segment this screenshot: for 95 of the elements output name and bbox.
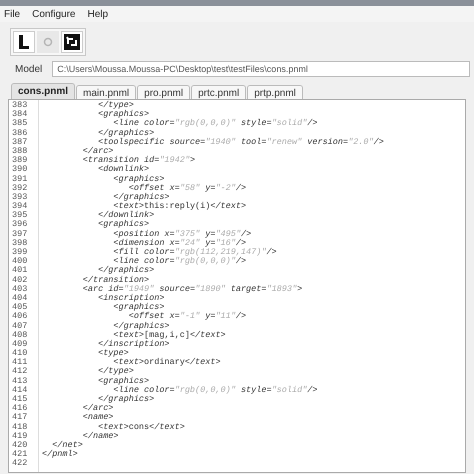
line-number: 405: [12, 303, 28, 312]
code-line: <position x="375" y="495"/>: [112, 230, 252, 239]
line-number: 411: [12, 358, 28, 368]
line-number: 414: [12, 386, 28, 395]
file-tab[interactable]: cons.pnml: [11, 83, 76, 99]
line-number: 391: [12, 174, 28, 184]
line-number: 386: [12, 128, 28, 138]
file-tab[interactable]: prtc.pnml: [191, 85, 246, 99]
line-number: 413: [12, 376, 28, 386]
code-line: </graphics>: [112, 192, 170, 202]
code-line: <downlink>: [97, 165, 150, 174]
code-line: <graphics>: [97, 110, 150, 120]
circle-icon: [43, 37, 53, 47]
model-field[interactable]: C:\Users\Moussa.Moussa-PC\Desktop\test\testFiles\cons.pnml: [52, 61, 470, 77]
code-line: </inscription>: [97, 340, 170, 349]
line-number: 408: [12, 330, 28, 340]
file-tab[interactable]: pro.pnml: [137, 85, 190, 99]
code-line: </graphics>: [97, 128, 154, 138]
code-line: <fill color="rgb(112,219,147)"/>: [112, 248, 277, 257]
code-line: <offset x="-1" y="11"/>: [128, 312, 246, 322]
code-line: <toolspecific source="1940" tool="renew" version="2.0"/>: [98, 138, 384, 147]
code-line: </net>: [52, 440, 83, 450]
edit-icon: [17, 34, 31, 50]
menu-item[interactable]: File: [4, 6, 20, 22]
line-number: 389: [12, 156, 28, 166]
line-number: 412: [12, 367, 28, 377]
code-line: </arc>: [82, 404, 114, 414]
code-line: <text>[mag,i,c]</text>: [113, 330, 226, 340]
code-line: <arc id="1949" source="1890" target="1893">: [82, 284, 302, 294]
line-number: 385: [12, 119, 28, 129]
menu-item[interactable]: Help: [87, 6, 108, 22]
code-line: </pnml>: [42, 450, 78, 460]
code-line: </downlink>: [97, 211, 154, 220]
code-line: <graphics>: [97, 376, 150, 386]
line-number: 384: [12, 110, 28, 120]
line-number: 415: [12, 395, 28, 404]
line-number: 404: [12, 294, 28, 303]
code-line: </transition>: [82, 276, 150, 285]
code-line: <transition id="1942">: [82, 156, 196, 166]
line-number: 383: [12, 101, 28, 110]
code-line: <graphics>: [112, 174, 164, 184]
line-number: 403: [12, 284, 28, 294]
line-number: 397: [12, 230, 28, 239]
line-number: 395: [12, 211, 28, 220]
code-line: <text>cons</text>: [98, 422, 185, 432]
code-line: </arc>: [82, 146, 114, 156]
line-number: 409: [12, 340, 28, 349]
code-line: <graphics>: [97, 220, 150, 230]
line-number: 401: [12, 266, 28, 276]
line-number: 394: [12, 202, 28, 212]
code-line: </name>: [82, 432, 119, 441]
code-line: <dimension x="24" y="16"/>: [112, 238, 246, 248]
code-line: <text>this:reply(i)</text>: [113, 202, 246, 212]
line-number: 393: [12, 192, 28, 202]
line-number: 420: [12, 440, 28, 450]
line-number: 398: [12, 238, 28, 248]
line-number: 410: [12, 349, 28, 358]
line-number: 419: [12, 432, 28, 441]
line-number: 399: [12, 248, 28, 257]
code-line: <line color="rgb(0,0,0)" style="solid"/>: [112, 119, 318, 128]
code-line: <inscription>: [97, 294, 164, 303]
toolbar-button[interactable]: [13, 31, 35, 53]
line-number: 406: [12, 312, 28, 322]
line-number: 421: [12, 450, 28, 460]
code-line: <line color="rgb(0,0,0)" style="solid"/>: [113, 386, 318, 395]
refresh-icon: [64, 34, 80, 50]
line-number: 417: [12, 413, 28, 423]
line-number: 416: [12, 404, 28, 414]
code-line: </type>: [97, 101, 134, 110]
menu-item[interactable]: Configure: [32, 6, 76, 22]
line-number: 402: [12, 276, 28, 285]
code-line: </graphics>: [98, 395, 154, 404]
code-line: <text>ordinary</text>: [113, 358, 221, 368]
code-line: <offset x="58" y="-2"/>: [128, 184, 246, 193]
code-line: <line color="rgb(0,0,0)"/>: [113, 257, 246, 266]
line-number: 392: [12, 184, 28, 193]
code-line: <graphics>: [112, 303, 164, 312]
line-number: 422: [12, 459, 28, 468]
code-line: </graphics>: [97, 266, 154, 276]
toolbar-button[interactable]: [61, 31, 83, 53]
line-number: 390: [12, 165, 28, 174]
code-line: </type>: [97, 367, 134, 376]
file-tab[interactable]: main.pnml: [76, 85, 136, 99]
line-number: 388: [12, 146, 28, 156]
code-line: <type>: [97, 349, 129, 358]
code-line: </graphics>: [112, 322, 170, 330]
code-editor[interactable]: [8, 99, 466, 473]
line-number: 396: [12, 220, 28, 230]
line-number: 407: [12, 322, 28, 331]
line-number: 387: [12, 138, 28, 147]
line-number: 400: [12, 257, 28, 266]
model-label: Model: [15, 62, 42, 76]
file-tab[interactable]: prtp.pnml: [247, 85, 303, 99]
code-line: <name>: [82, 413, 114, 423]
line-number: 418: [12, 422, 28, 432]
